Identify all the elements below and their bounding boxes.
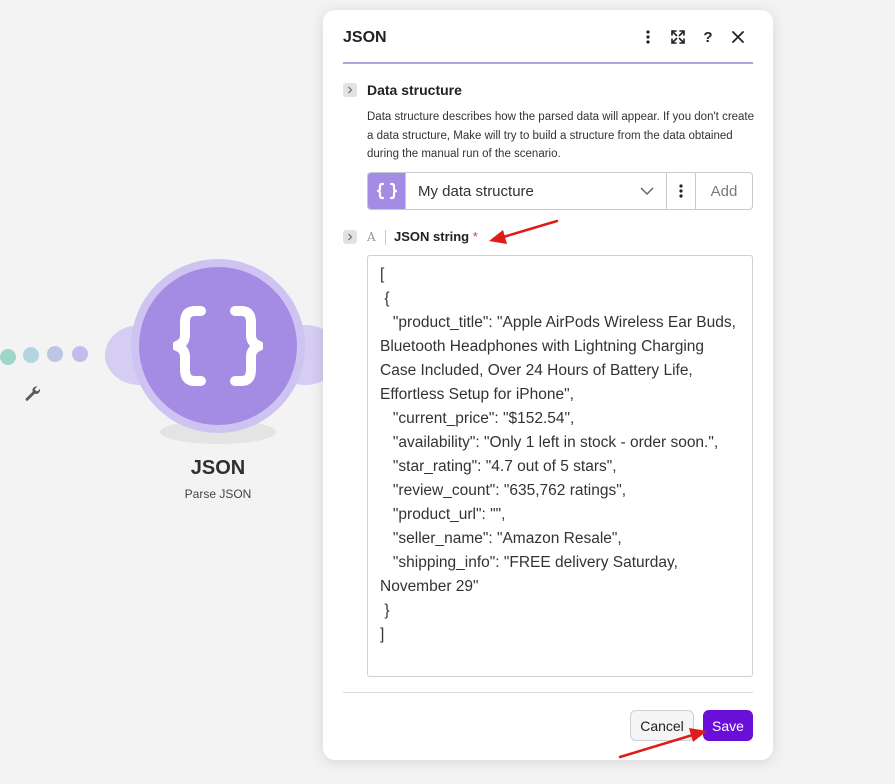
expand-icon[interactable] [667, 26, 689, 48]
footer-divider [343, 692, 753, 693]
required-asterisk: * [472, 229, 478, 244]
divider [385, 230, 386, 245]
text-type-icon: A [367, 230, 376, 244]
panel-header: JSON ? [343, 10, 753, 64]
close-icon[interactable] [727, 26, 749, 48]
connection-dot [23, 347, 39, 363]
curly-braces-icon [173, 306, 263, 386]
module-title: JSON [190, 457, 246, 479]
connection-dot [47, 346, 63, 362]
chevron-down-icon [640, 187, 654, 195]
curly-braces-icon [368, 173, 405, 209]
data-structure-select[interactable]: My data structure [405, 173, 666, 209]
connection-dot [72, 346, 88, 362]
json-string-label-text: JSON string [394, 229, 470, 244]
data-structure-label: Data structure [367, 82, 462, 98]
module-settings-panel: JSON ? Data structure Data structure des… [323, 10, 773, 760]
more-vertical-icon[interactable] [637, 26, 659, 48]
data-structure-field: My data structure Add [367, 172, 753, 210]
connection-dot [0, 349, 16, 365]
data-structure-selected: My data structure [418, 182, 534, 200]
panel-title: JSON [343, 29, 387, 46]
collapse-chevron-icon[interactable] [343, 83, 357, 97]
wrench-icon[interactable] [23, 384, 43, 404]
data-structure-options-button[interactable] [666, 173, 695, 209]
json-string-value: [ { "product_title": "Apple AirPods Wire… [380, 266, 736, 643]
collapse-chevron-icon[interactable] [343, 230, 357, 244]
module-subtitle: Parse JSON [184, 487, 252, 501]
json-module-core[interactable] [139, 267, 297, 425]
data-structure-description: Data structure describes how the parsed … [367, 111, 755, 160]
save-button[interactable]: Save [703, 710, 753, 741]
add-data-structure-button[interactable]: Add [695, 173, 752, 209]
cancel-button[interactable]: Cancel [630, 710, 694, 741]
json-string-label: JSON string * [394, 229, 478, 244]
help-icon[interactable]: ? [697, 26, 719, 48]
json-string-input[interactable]: [ { "product_title": "Apple AirPods Wire… [367, 255, 753, 677]
